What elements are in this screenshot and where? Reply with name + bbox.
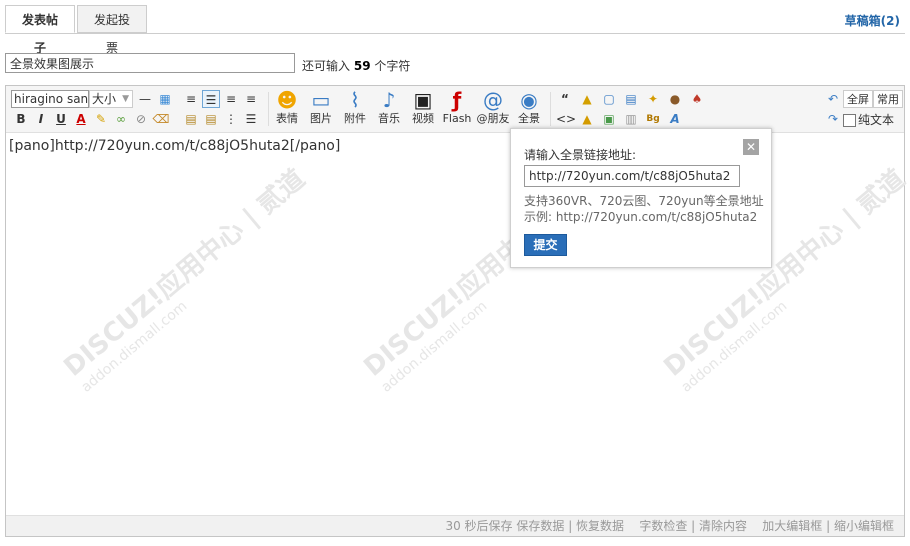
panorama-hint-support: 支持360VR、720云图、720yun等全景地址 bbox=[524, 194, 764, 208]
ordered-list-icon[interactable]: ⋮ bbox=[222, 110, 240, 128]
restore-data-link[interactable]: 恢复数据 bbox=[576, 519, 624, 533]
redo-icon[interactable]: ↷ bbox=[824, 110, 842, 128]
panorama-dialog-title: 请输入全景链接地址: bbox=[524, 148, 637, 162]
float-right-icon[interactable]: ▤ bbox=[202, 110, 220, 128]
tab-poll[interactable]: 发起投票 bbox=[77, 5, 147, 55]
image-icon: ▭ bbox=[311, 88, 331, 112]
panorama-hint-example: 示例: http://720yun.com/t/c88jO5huta2 bbox=[524, 210, 758, 224]
watermark-brand: DISCUZ!应用中心 | 贰道 bbox=[58, 163, 311, 383]
statusbar-actions: 30 秒后保存 保存数据 | 恢复数据 字数检查 | 清除内容 加大编辑框 | … bbox=[445, 519, 894, 533]
at-friend-label: @朋友 bbox=[476, 112, 510, 125]
post-tabs: 发表帖子 发起投票 bbox=[5, 5, 905, 55]
font-color-icon[interactable]: A bbox=[72, 110, 90, 128]
editor-statusbar: 30 秒后保存 保存数据 | 恢复数据 字数检查 | 清除内容 加大编辑框 | … bbox=[6, 515, 904, 536]
font-style-icon[interactable]: A bbox=[666, 110, 684, 128]
panorama-url-input[interactable] bbox=[524, 165, 740, 187]
hr-icon[interactable]: — bbox=[136, 90, 154, 108]
flash-icon: ƒ bbox=[452, 88, 462, 112]
italic-icon[interactable]: I bbox=[32, 110, 50, 128]
link-icon[interactable]: ∞ bbox=[112, 110, 130, 128]
hide-icon[interactable]: ▲ bbox=[578, 90, 596, 108]
paperclip-icon: ⌇ bbox=[350, 88, 360, 112]
smile-icon: ☻ bbox=[276, 88, 298, 112]
editor-toolbar: hiragino sans 大小 ▼ — ▦ ≡ ☰ ≡ ≡ B I U A ✎ … bbox=[6, 86, 904, 133]
plaintext-label: 纯文本 bbox=[858, 113, 895, 127]
save-data-link[interactable]: 保存数据 bbox=[516, 519, 564, 533]
toolbar-divider bbox=[550, 92, 551, 126]
font-select[interactable]: hiragino sans bbox=[11, 90, 89, 108]
common-button[interactable]: 常用 bbox=[873, 90, 903, 108]
undo-icon[interactable]: ↶ bbox=[824, 90, 842, 108]
word-count-link[interactable]: 字数检查 bbox=[639, 519, 687, 533]
medal-icon[interactable]: ✦ bbox=[644, 90, 662, 108]
remaining-chars: 还可输入 59 个字符 bbox=[302, 57, 410, 74]
align-left-icon[interactable]: ≡ bbox=[182, 90, 200, 108]
video-icon: ▣ bbox=[413, 88, 433, 112]
watermark-url: addon.dismall.com bbox=[78, 298, 191, 396]
align-center-icon[interactable]: ≡ bbox=[222, 90, 240, 108]
background-icon[interactable]: Bg bbox=[644, 110, 662, 128]
enlarge-editor-link[interactable]: 加大编辑框 bbox=[762, 519, 822, 533]
panorama-dialog: 请输入全景链接地址: ✕ 支持360VR、720云图、720yun等全景地址 示… bbox=[510, 128, 772, 268]
close-icon[interactable]: ✕ bbox=[743, 139, 759, 155]
unordered-list-icon[interactable]: ☰ bbox=[242, 110, 260, 128]
clear-content-link[interactable]: 清除内容 bbox=[699, 519, 747, 533]
editor-content[interactable]: [pano]http://720yun.com/t/c88jO5huta2[/p… bbox=[9, 138, 340, 154]
tab-post[interactable]: 发表帖子 bbox=[5, 5, 75, 55]
eraser-icon[interactable]: ⌫ bbox=[152, 110, 170, 128]
quote-icon[interactable]: “ bbox=[556, 90, 574, 108]
video-label: 视频 bbox=[412, 112, 434, 125]
image-label: 图片 bbox=[310, 112, 332, 125]
page-icon[interactable]: ▥ bbox=[622, 110, 640, 128]
remaining-count: 59 bbox=[353, 59, 371, 73]
toolbar-divider bbox=[268, 92, 269, 126]
highlight-icon[interactable]: ✎ bbox=[92, 110, 110, 128]
shrink-editor-link[interactable]: 缩小编辑框 bbox=[834, 519, 894, 533]
panorama-hint: 支持360VR、720云图、720yun等全景地址 示例: http://720… bbox=[524, 193, 764, 225]
attachment-label: 附件 bbox=[344, 112, 366, 125]
attachment-button[interactable]: ⌇ 附件 bbox=[338, 88, 372, 130]
download-icon[interactable]: ▣ bbox=[600, 110, 618, 128]
subject-input[interactable] bbox=[5, 53, 295, 73]
at-icon: @ bbox=[483, 88, 503, 112]
globe-icon[interactable]: ● bbox=[666, 90, 684, 108]
qq-icon[interactable]: ♠ bbox=[688, 90, 706, 108]
float-left-icon[interactable]: ▤ bbox=[182, 110, 200, 128]
remaining-prefix: 还可输入 bbox=[302, 59, 351, 73]
code-icon[interactable]: <> bbox=[556, 110, 576, 128]
video-button[interactable]: ▣ 视频 bbox=[406, 88, 440, 130]
bold-icon[interactable]: B bbox=[12, 110, 30, 128]
size-select-value: 大小 bbox=[92, 92, 117, 106]
submit-button[interactable]: 提交 bbox=[524, 234, 567, 256]
panorama-label: 全景 bbox=[518, 112, 540, 125]
list-box-icon[interactable]: ▤ bbox=[622, 90, 640, 108]
at-friend-button[interactable]: @ @朋友 bbox=[476, 88, 510, 130]
emoticon-label: 表情 bbox=[276, 112, 298, 125]
drafts-link[interactable]: 草稿箱(2) bbox=[845, 12, 900, 29]
size-select[interactable]: 大小 ▼ bbox=[89, 90, 133, 108]
panorama-button[interactable]: ◉ 全景 bbox=[512, 88, 546, 130]
flash-button[interactable]: ƒ Flash bbox=[440, 88, 474, 130]
music-label: 音乐 bbox=[378, 112, 400, 125]
flash-label: Flash bbox=[442, 112, 472, 125]
watermark: DISCUZ!应用中心 | 贰道 addon.dismall.com bbox=[55, 159, 322, 396]
image-button[interactable]: ▭ 图片 bbox=[304, 88, 338, 130]
remaining-suffix: 个字符 bbox=[374, 59, 411, 73]
plaintext-checkbox[interactable] bbox=[843, 114, 856, 127]
fullscreen-button[interactable]: 全屏 bbox=[843, 90, 873, 108]
eye-icon: ◉ bbox=[520, 88, 538, 112]
autosave-timer: 30 秒后保存 bbox=[445, 519, 513, 533]
chevron-down-icon: ▼ bbox=[122, 94, 129, 104]
unlink-icon[interactable]: ⊘ bbox=[132, 110, 150, 128]
copy-icon[interactable]: ▢ bbox=[600, 90, 618, 108]
emoticon-button[interactable]: ☻ 表情 bbox=[270, 88, 304, 130]
music-button[interactable]: ♪ 音乐 bbox=[372, 88, 406, 130]
align-justify-icon[interactable]: ☰ bbox=[202, 90, 220, 108]
align-right-icon[interactable]: ≡ bbox=[242, 90, 260, 108]
music-icon: ♪ bbox=[382, 88, 396, 112]
underline-icon[interactable]: U bbox=[52, 110, 70, 128]
lock-icon[interactable]: ▲ bbox=[578, 110, 596, 128]
table-icon[interactable]: ▦ bbox=[156, 90, 174, 108]
